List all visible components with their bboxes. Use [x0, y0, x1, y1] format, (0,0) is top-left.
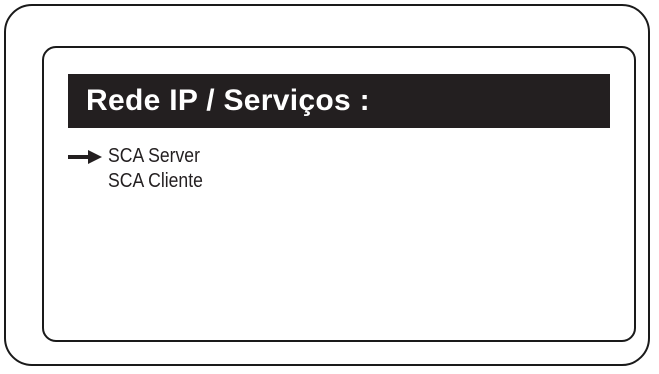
menu-item-label: SCA Server [108, 145, 200, 167]
menu-item-sca-cliente[interactable]: SCA Cliente [66, 169, 586, 194]
service-menu: SCA Server SCA Cliente [66, 144, 586, 194]
display-screen: Rede IP / Serviços : SCA Server SCA Clie… [42, 46, 636, 342]
device-frame: Rede IP / Serviços : SCA Server SCA Clie… [4, 4, 650, 366]
menu-item-label: SCA Cliente [108, 170, 203, 192]
menu-item-sca-server[interactable]: SCA Server [66, 144, 586, 169]
right-arrow-icon [68, 150, 102, 164]
screen-title: Rede IP / Serviços : [86, 84, 370, 117]
title-bar: Rede IP / Serviços : [68, 74, 610, 128]
